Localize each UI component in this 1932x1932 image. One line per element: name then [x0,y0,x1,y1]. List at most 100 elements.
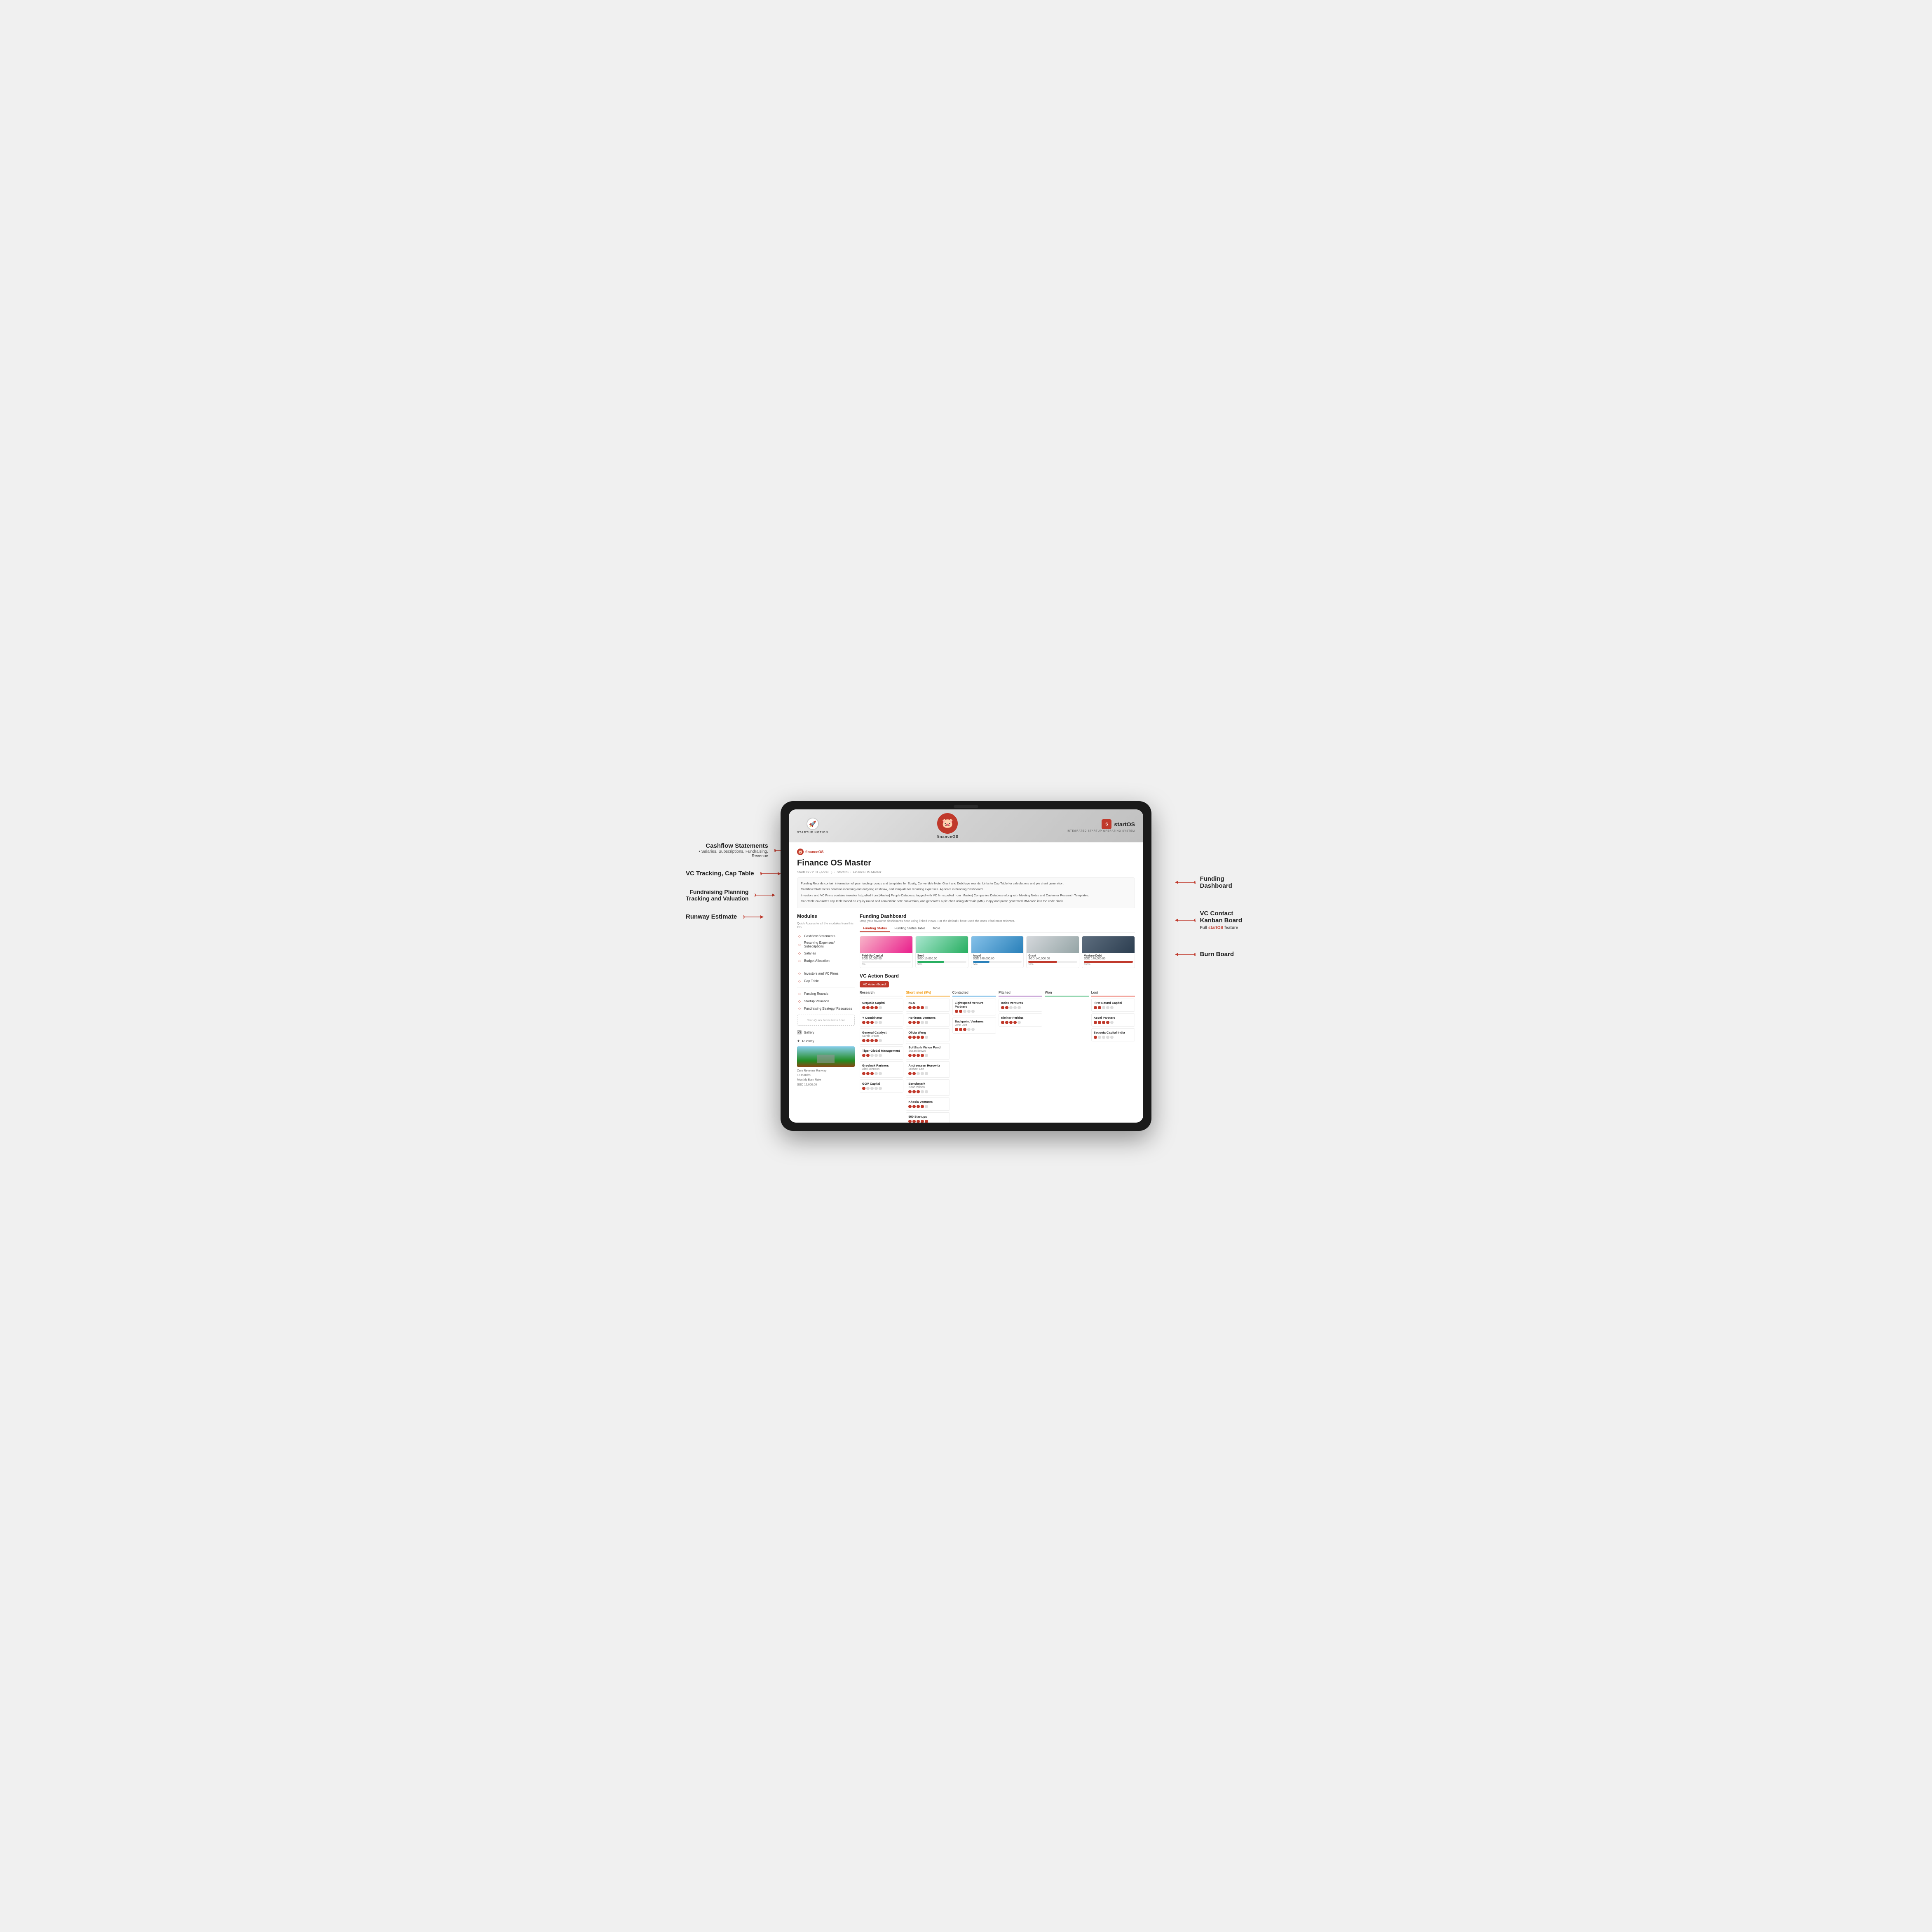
dot [917,1090,920,1093]
dot [1009,1021,1013,1024]
right-col: Funding Dashboard Drop your favourite da… [860,913,1135,1123]
kc-kleiner[interactable]: Kleiner Perkins [999,1013,1042,1027]
fc-img-0 [860,936,912,953]
dot [862,1021,865,1024]
funding-card-0[interactable]: Paid-Up Capital SGD 10,000.00 0% [860,936,913,968]
dot [963,1010,966,1013]
kc-a16z[interactable]: Andreessen Horowitz Michael Lee [906,1061,950,1078]
right-annotation-burn: Burn Board [1175,951,1242,958]
kc-firm-s2: Olivia Wang [908,1031,947,1034]
annotation-cashflow-title: Cashflow Statements [686,842,768,849]
dot [921,1105,924,1108]
funding-card-3[interactable]: Grant SGD 140,000.00 59% [1026,936,1079,968]
dot [870,1021,874,1024]
module-valuation[interactable]: ◇ Startup Valuation [797,997,855,1005]
dot [912,1105,916,1108]
vc-tab-board[interactable]: VC Action Board [860,981,889,987]
kc-dots-2 [862,1039,901,1042]
kc-firm-s4: Andreessen Horowitz [908,1064,947,1067]
kc-person-s3: Susan Brown [908,1050,947,1053]
module-cashflow[interactable]: ◇ Cashflow Statements [797,932,855,940]
kc-index[interactable]: Index Ventures [999,999,1042,1012]
kc-nea[interactable]: NEA [906,999,950,1012]
module-funding[interactable]: ◇ Funding Rounds [797,990,855,997]
dot [1018,1006,1021,1009]
dot [921,1090,924,1093]
module-salaries[interactable]: ◇ Salaries [797,950,855,957]
dot [1110,1036,1114,1039]
dot [971,1028,975,1031]
dot [963,1028,966,1031]
kc-general[interactable]: General Catalyst Sarah Brown [860,1028,903,1045]
kc-tiger[interactable]: Tiger Global Management [860,1046,903,1060]
funding-card-4[interactable]: Venture Debt SGD 140,000.00 100% [1082,936,1135,968]
kc-dots-p1 [1001,1021,1040,1024]
kc-firstround[interactable]: First Round Capital [1091,999,1135,1012]
kc-sequoia[interactable]: Sequoia Capital [860,999,903,1012]
bc-finance: Finance OS Master [853,870,881,874]
fc-img-3 [1027,936,1079,953]
startos-text: startOS [1114,821,1135,828]
module-budget[interactable]: ◇ Budget Allocation [797,957,855,964]
kc-lightspeed[interactable]: Lightspeed Venture Partners [952,999,996,1015]
funding-card-1[interactable]: Seed SGD 10,000.00 55% [915,936,968,968]
fc-bar-4 [1084,961,1133,963]
annotation-runway-title: Runway Estimate [686,913,737,920]
kc-olivia[interactable]: Olivia Wang [906,1028,950,1041]
dot [921,1006,924,1009]
kc-backpoint[interactable]: Backpoint Ventures John Doe [952,1017,996,1034]
kc-dots-s0 [908,1006,947,1009]
kc-horizons[interactable]: Horizons Ventures [906,1013,950,1027]
left-col: Modules Quick Access to all the modules … [797,913,855,1123]
finance-os-header-label: financeOS [936,835,959,839]
module-fundraising[interactable]: ◇ Fundraising Strategy/ Resources [797,1005,855,1012]
ra-vc-sub: Full startOS feature [1200,926,1242,930]
kanban-col-contacted: Contacted Lightspeed Venture Partners [952,991,996,1123]
dot [866,1072,870,1075]
dot [870,1054,874,1057]
kc-firm-s1: Horizons Ventures [908,1016,947,1020]
runway-item[interactable]: ✈ Runway [797,1038,855,1045]
bc-sep2: › [850,870,851,874]
kc-ggv[interactable]: GGV Capital [860,1079,903,1093]
fc-progress-0 [862,961,911,963]
kc-softbank[interactable]: SoftBank Vision Fund Susan Brown [906,1043,950,1060]
fc-body-2: Angel SGD 140,000.00 34% [971,953,1024,968]
kc-accel[interactable]: Accel Partners [1091,1013,1135,1027]
kc-khosla[interactable]: Khosla Ventures [906,1097,950,1111]
module-funding-icon: ◇ [797,991,802,996]
dot [912,1072,916,1075]
module-recurring[interactable]: ◇ Recurring Expenses/ Subscriptions [797,940,855,950]
dot [912,1006,916,1009]
kc-ycombinator[interactable]: Y Combinator [860,1013,903,1027]
fd-tab-status[interactable]: Funding Status [860,925,890,932]
kc-sequoia-india[interactable]: Sequoia Capital India [1091,1028,1135,1041]
funding-card-2[interactable]: Angel SGD 140,000.00 34% [971,936,1024,968]
right-annotation-funding: Funding Dashboard [1175,875,1242,889]
kc-benchmark[interactable]: Benchmark Noah Wilson [906,1079,950,1096]
dot [967,1010,971,1013]
fd-tab-table[interactable]: Funding Status Table [891,925,928,932]
kc-greylock[interactable]: Greylock Partners Alex Johnson [860,1061,903,1078]
vc-board: VC Action Board VC Action Board Research… [860,973,1135,1123]
kanban-header-pitched: Pitched [999,991,1042,996]
dot [912,1090,916,1093]
kc-500[interactable]: 500 Startups [906,1112,950,1123]
fd-tab-more[interactable]: More [929,925,943,932]
bc-sep1: › [834,870,835,874]
kc-dots-4 [862,1072,901,1075]
funding-dashboard: Funding Dashboard Drop your favourite da… [860,913,1135,968]
right-annotation-vc: VC Contact Kanban Board Full startOS fea… [1175,910,1242,930]
gallery-item[interactable]: 🖼 Gallery [797,1029,855,1036]
dot [1013,1006,1017,1009]
dot [925,1036,928,1039]
dot [1102,1006,1105,1009]
brand-bar: 🐷 financeOS [797,849,1135,855]
module-investors[interactable]: ◇ Investors and VC Firms [797,970,855,977]
dot [921,1021,924,1024]
kc-firm-1: Y Combinator [862,1016,901,1020]
dot [971,1010,975,1013]
module-captable[interactable]: ◇ Cap Table [797,977,855,985]
dot [862,1087,865,1090]
fc-body-0: Paid-Up Capital SGD 10,000.00 0% [860,953,912,968]
